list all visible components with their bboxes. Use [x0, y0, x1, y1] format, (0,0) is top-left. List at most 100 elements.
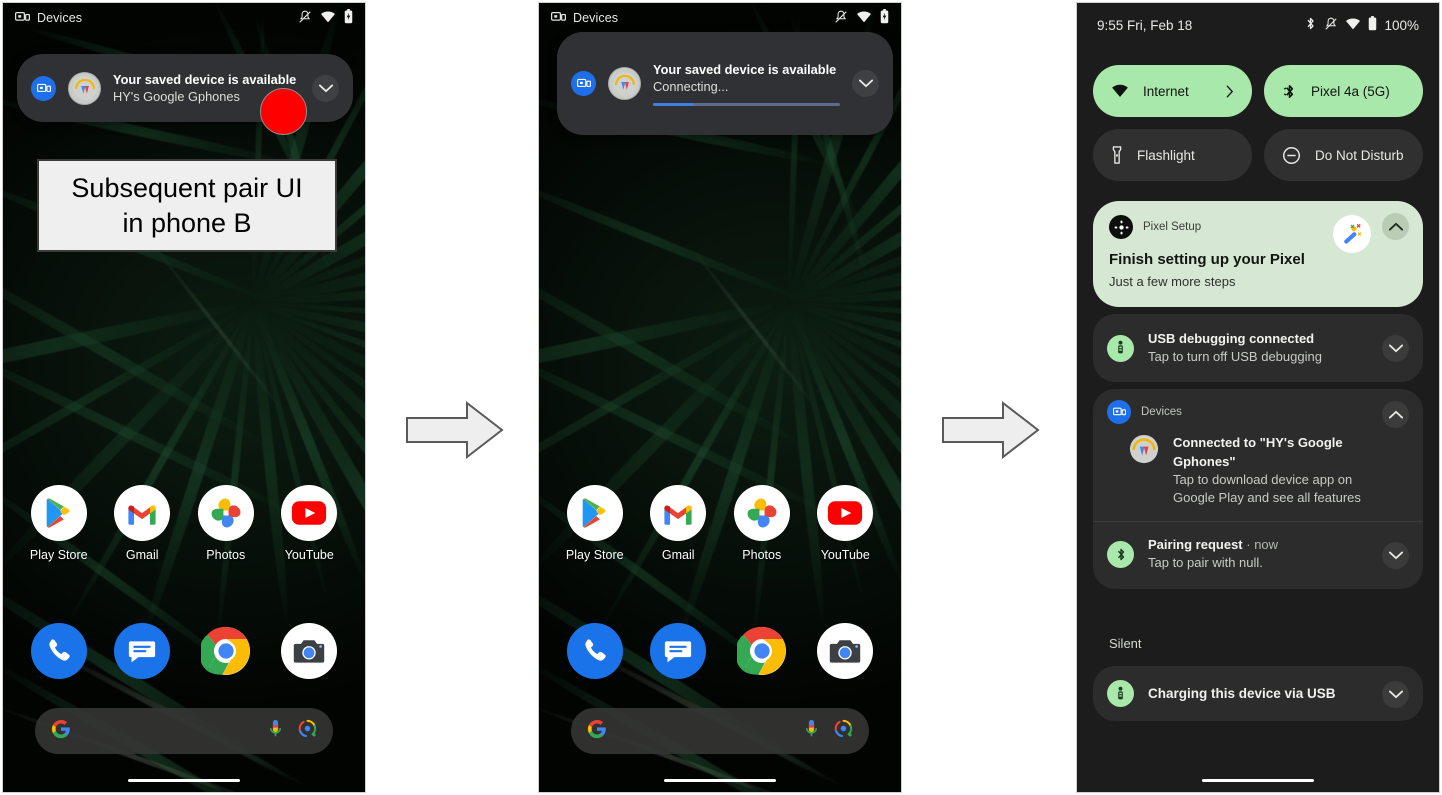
usb-icon: [1107, 334, 1134, 362]
status-bar-app-label: Devices: [37, 11, 83, 25]
app-youtube[interactable]: YouTube: [274, 485, 344, 562]
qs-tile-do-not-disturb[interactable]: Do Not Disturb: [1264, 129, 1423, 181]
wallpaper-frond: [749, 302, 793, 642]
app-gmail[interactable]: Gmail: [107, 485, 177, 562]
wallpaper-frond: [247, 3, 345, 305]
wallpaper-frond: [252, 300, 365, 336]
chevron-down-icon[interactable]: [1382, 542, 1409, 570]
notification-timestamp: · now: [1246, 537, 1279, 553]
wallpaper-frond: [249, 5, 340, 296]
wallpaper-frond: [3, 253, 275, 454]
qs-tile-pixel-4a-5g[interactable]: Pixel 4a (5G): [1264, 65, 1423, 117]
qs-tile-label: Internet: [1143, 83, 1189, 99]
app-row-phone-1: Play Store Gmail Photos YouTube: [3, 485, 365, 562]
wallpaper-frond: [539, 299, 792, 503]
flow-arrow-1: [406, 400, 504, 460]
phone-icon: [566, 623, 623, 679]
app-chrome[interactable]: [727, 623, 797, 679]
messages-icon: [114, 623, 171, 679]
app-play-store[interactable]: Play Store: [24, 485, 94, 562]
app-messages[interactable]: [643, 623, 713, 679]
qs-tile-flashlight[interactable]: Flashlight: [1093, 129, 1252, 181]
bluetooth-icon: [1304, 16, 1317, 34]
notification-group-devices[interactable]: Devices Connected to "HY's Google Gphones…: [1093, 389, 1423, 589]
notification-title: Your saved device is available: [113, 71, 297, 87]
chevron-down-icon[interactable]: [852, 70, 879, 97]
nav-gesture-bar-phone-2[interactable]: [664, 778, 776, 782]
google-search-pill-phone-2[interactable]: [571, 708, 869, 754]
notification-usb-debugging[interactable]: USB debugging connected Tap to turn off U…: [1093, 314, 1423, 383]
wallpaper-frond: [785, 114, 901, 309]
youtube-icon: [281, 485, 338, 541]
battery-charging-icon: [344, 9, 353, 27]
wallpaper-frond: [788, 269, 901, 308]
notification-title: Your saved device is available: [653, 61, 837, 77]
app-messages[interactable]: [107, 623, 177, 679]
app-phone[interactable]: [24, 623, 94, 679]
gmail-icon: [650, 485, 707, 541]
svg-text:✖: ✖: [1350, 223, 1355, 230]
svg-text:✖: ✖: [1357, 231, 1362, 238]
qs-tile-label: Pixel 4a (5G): [1311, 83, 1390, 99]
battery-charging-icon: [880, 9, 889, 27]
google-photos-icon: [197, 485, 254, 541]
camera-icon: [817, 623, 874, 679]
app-google-photos[interactable]: Photos: [727, 485, 797, 562]
notification-pairing-request[interactable]: Pairing request · now Tap to pair with nu…: [1107, 522, 1409, 588]
app-chrome[interactable]: [191, 623, 261, 679]
chrome-icon: [734, 623, 790, 679]
qs-tile-internet[interactable]: Internet: [1093, 65, 1252, 117]
app-youtube[interactable]: YouTube: [810, 485, 880, 562]
app-phone[interactable]: [560, 623, 630, 679]
status-bar-phone-2: Devices: [539, 3, 901, 33]
mute-icon: [1324, 17, 1338, 34]
status-bar-app-label: Devices: [573, 11, 619, 25]
chevron-up-icon[interactable]: [1382, 213, 1409, 240]
wallpaper-frond: [250, 3, 267, 304]
google-lens-icon[interactable]: [298, 719, 317, 743]
wallpaper-frond: [602, 301, 793, 622]
notification-subtitle: Tap to turn off USB debugging: [1148, 349, 1322, 365]
app-play-store[interactable]: Play Store: [560, 485, 630, 562]
wallpaper-frond: [251, 297, 365, 398]
device-app-avatar: [608, 67, 641, 100]
phone-panel-3: 9:55 Fri, Feb 18 100% Internet Pixel 4a (…: [1076, 2, 1440, 793]
app-label: Gmail: [125, 548, 159, 562]
google-search-pill-phone-1[interactable]: [35, 708, 333, 754]
google-lens-icon[interactable]: [834, 719, 853, 743]
heads-up-notification-phone-2[interactable]: Your saved device is available Connectin…: [557, 32, 893, 135]
devices-icon: [571, 71, 596, 96]
wallpaper-frond: [247, 302, 293, 629]
app-camera[interactable]: [274, 623, 344, 679]
microphone-icon[interactable]: [803, 719, 820, 743]
youtube-icon: [817, 485, 874, 541]
microphone-icon[interactable]: [267, 719, 284, 743]
wallpaper-frond: [539, 253, 811, 454]
wallpaper-frond: [539, 296, 791, 395]
chevron-down-icon[interactable]: [312, 74, 339, 102]
app-camera[interactable]: [810, 623, 880, 679]
notification-charging-usb[interactable]: Charging this device via USB: [1093, 666, 1423, 721]
wallpaper-frond: [250, 302, 332, 609]
wallpaper-frond: [788, 300, 901, 336]
nav-gesture-bar-phone-1[interactable]: [128, 778, 240, 782]
device-app-avatar: [1129, 434, 1159, 464]
wallpaper-frond: [787, 214, 901, 310]
flow-arrow-2: [942, 400, 1040, 460]
notification-pixel-setup[interactable]: Pixel Setup ✖ ✖ ✖ Finish setting up your Pix…: [1093, 201, 1423, 307]
mute-icon: [298, 10, 312, 27]
app-google-photos[interactable]: Photos: [191, 485, 261, 562]
chevron-right-icon[interactable]: [1226, 84, 1234, 98]
wallpaper-frond: [252, 269, 365, 308]
chevron-down-icon[interactable]: [1382, 680, 1409, 708]
wallpaper-frond: [3, 299, 256, 503]
app-gmail[interactable]: Gmail: [643, 485, 713, 562]
chevron-down-icon[interactable]: [1382, 335, 1409, 363]
mute-icon: [834, 10, 848, 27]
nav-gesture-bar-phone-3[interactable]: [1202, 778, 1314, 782]
phone-panel-2: Devices Your saved device is available C…: [538, 2, 902, 793]
status-bar-phone-3: 9:55 Fri, Feb 18 100%: [1077, 3, 1439, 47]
phone-icon: [30, 623, 87, 679]
camera-icon: [281, 623, 338, 679]
app-label: Gmail: [661, 548, 695, 562]
